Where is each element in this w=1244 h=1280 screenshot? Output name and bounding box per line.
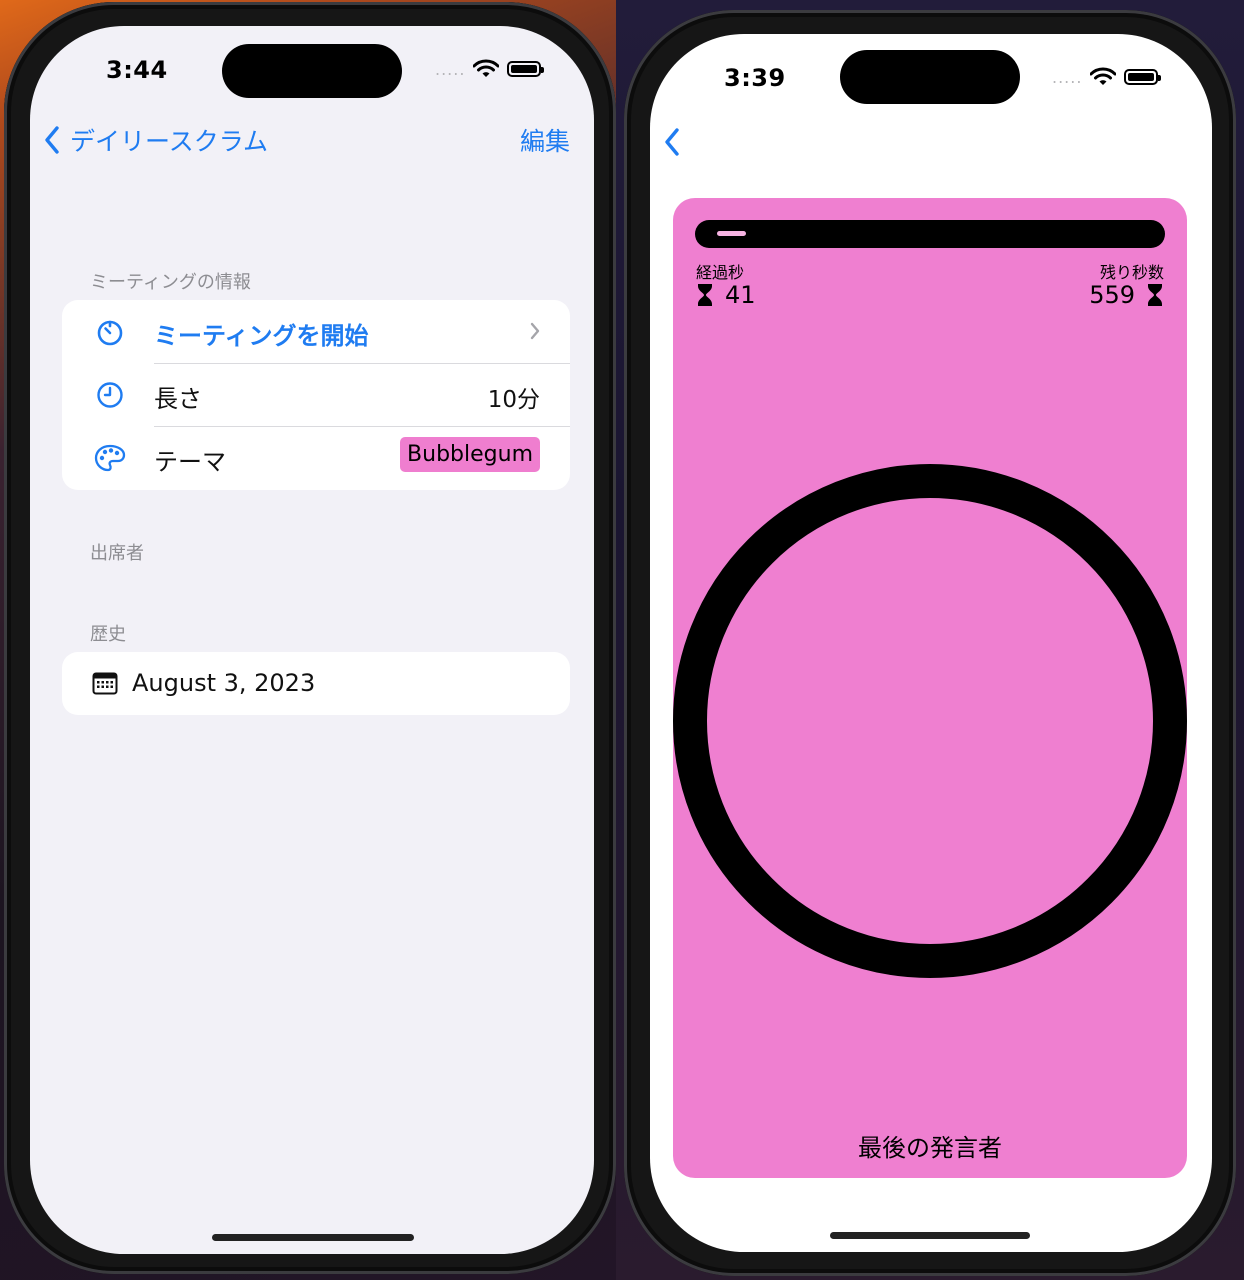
hourglass-icon [698,284,712,306]
elapsed-counter: 41 [697,281,756,309]
history-item-date: August 3, 2023 [132,669,316,697]
status-icons: ..... [435,59,545,79]
length-label: 長さ [154,385,202,413]
dynamic-island [840,50,1020,104]
history-item[interactable]: August 3, 2023 [62,652,570,715]
remaining-counter: 559 [1089,281,1163,309]
remaining-seconds: 559 [1089,281,1135,309]
chevron-right-icon [530,322,540,340]
status-time: 3:44 [106,56,168,84]
chevron-left-icon [45,126,59,154]
length-row: 長さ 10分 [62,364,570,427]
battery-icon [507,61,545,77]
status-icons: ..... [1052,67,1162,87]
meeting-progress-fill [717,231,746,236]
left-phone-frame: 3:44 ..... デイリースクラム 編集 ミーティングの情報 ミーティングを… [4,2,616,1274]
wifi-icon [473,59,500,77]
elapsed-label: 経過秒 [696,263,745,282]
back-button[interactable]: デイリースクラム [44,122,268,158]
theme-row: テーマ Bubblegum [62,427,570,490]
history-group: August 3, 2023 [62,652,570,715]
home-indicator [212,1234,414,1241]
history-header: 歴史 [90,624,126,645]
right-screen: 3:39 ..... 経過秒 残り秒数 41 559 最後の発言者 [650,34,1212,1252]
cellular-signal-icon: ..... [1052,67,1083,87]
clock-icon [92,377,128,413]
battery-icon [1124,69,1162,85]
timer-icon [92,314,128,350]
edit-button[interactable]: 編集 [520,122,570,158]
right-phone-frame: 3:39 ..... 経過秒 残り秒数 41 559 最後の発言者 [624,10,1236,1276]
elapsed-seconds: 41 [725,281,756,309]
speaker-ring [673,464,1187,978]
cellular-signal-icon: ..... [435,59,466,79]
start-meeting-label: ミーティングを開始 [154,322,369,350]
meeting-progress-bar [695,220,1165,248]
status-time: 3:39 [724,64,786,92]
palette-icon [92,440,128,476]
theme-label: テーマ [154,448,226,476]
back-button[interactable] [664,128,694,162]
chevron-left-icon [665,128,679,156]
wifi-icon [1090,67,1117,85]
calendar-icon [92,672,118,695]
meeting-info-group: ミーティングを開始 長さ 10分 テーマ Bubblegum [62,300,570,490]
left-screen: 3:44 ..... デイリースクラム 編集 ミーティングの情報 ミーティングを… [30,26,594,1254]
attendees-header: 出席者 [90,543,144,564]
home-indicator [830,1232,1030,1239]
hourglass-icon [1148,284,1162,306]
start-meeting-row[interactable]: ミーティングを開始 [62,300,570,363]
theme-badge: Bubblegum [400,437,540,472]
meeting-timer-card: 経過秒 残り秒数 41 559 最後の発言者 [673,198,1187,1178]
length-value: 10分 [487,387,540,413]
meeting-info-header: ミーティングの情報 [90,272,251,293]
back-button-label: デイリースクラム [70,127,269,156]
speaker-label: 最後の発言者 [858,1134,1002,1162]
dynamic-island [222,44,402,98]
remaining-label: 残り秒数 [1099,263,1164,282]
